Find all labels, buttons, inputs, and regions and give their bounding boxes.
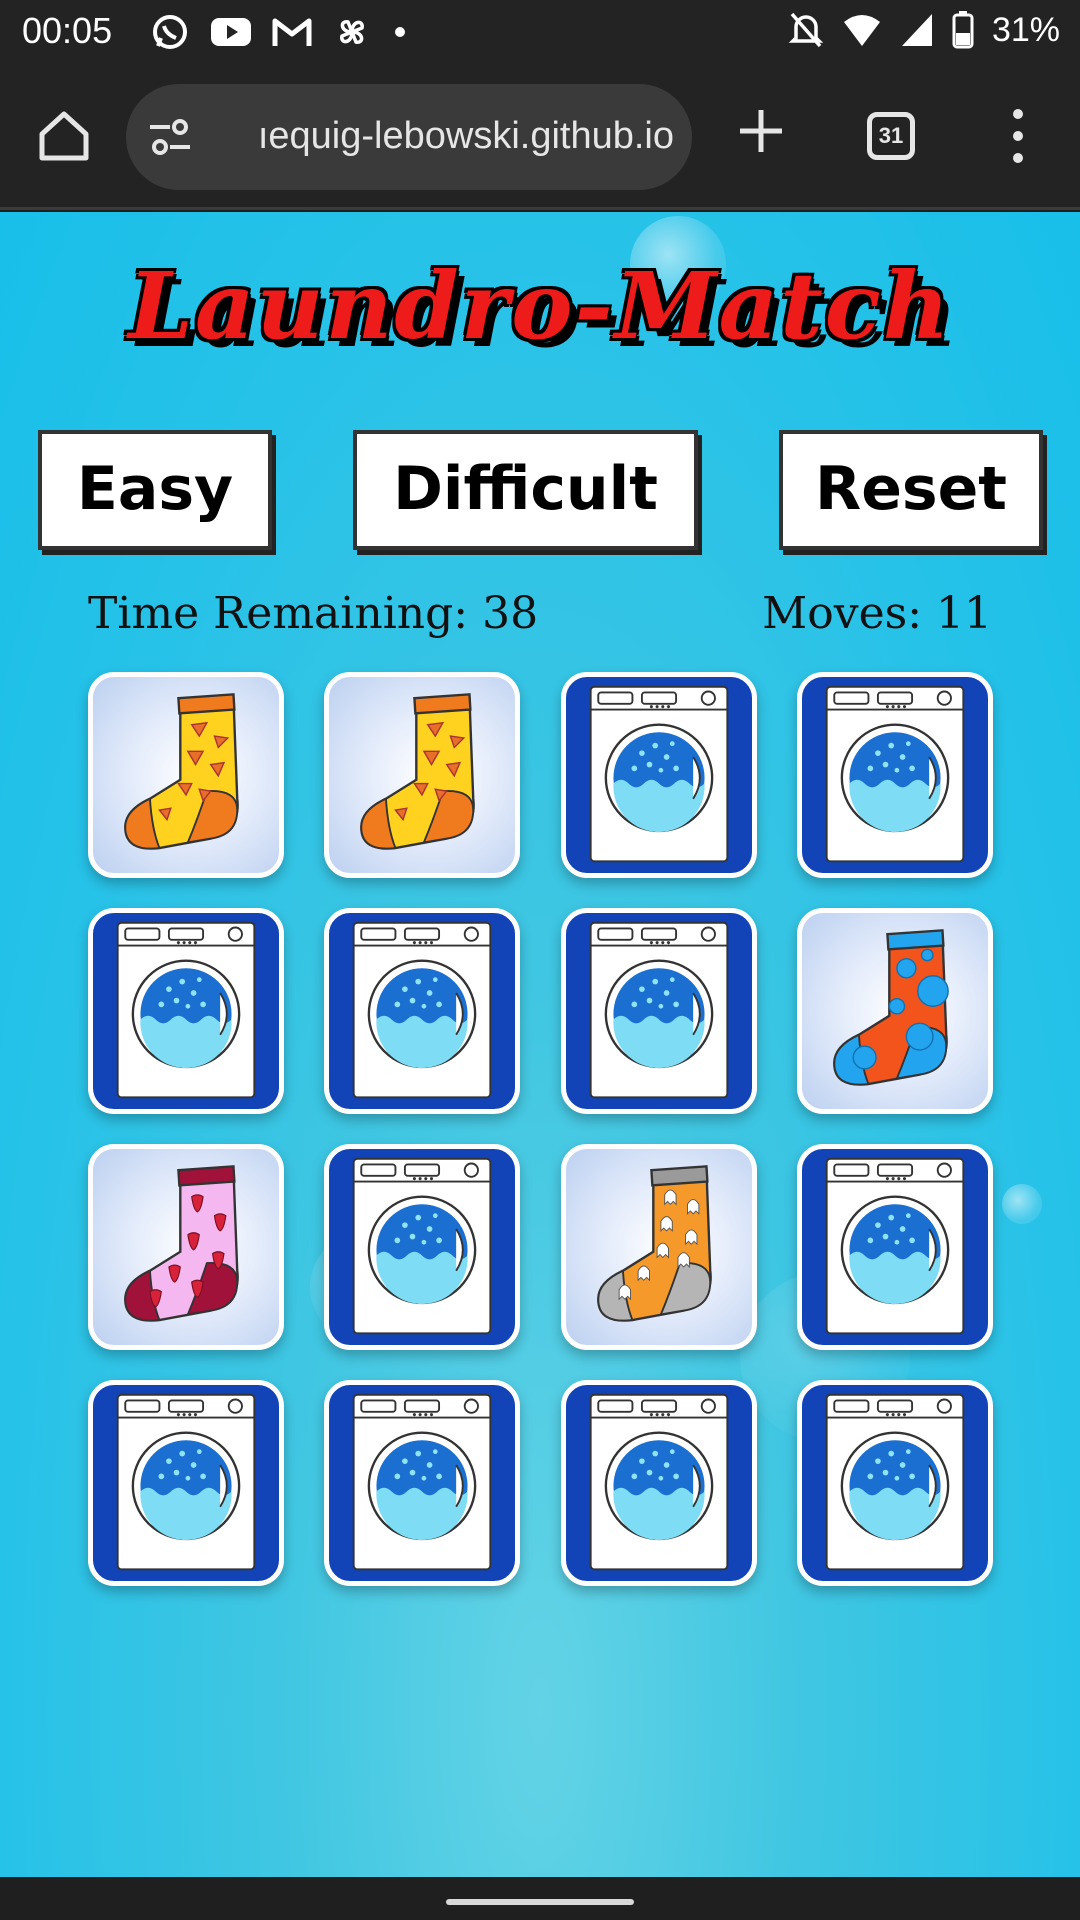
washing-machine-icon bbox=[825, 1393, 965, 1571]
washing-machine-icon bbox=[352, 1157, 492, 1335]
pizza-sock-icon bbox=[360, 693, 475, 850]
card-face-up[interactable] bbox=[324, 672, 520, 878]
url-text[interactable]: ıequig-lebowski.github.io bbox=[208, 108, 674, 164]
washing-machine-icon bbox=[825, 685, 965, 863]
battery-percent: 31% bbox=[991, 10, 1060, 49]
card-face-up[interactable] bbox=[88, 672, 284, 878]
wifi-icon bbox=[843, 15, 880, 46]
pinwheel-icon bbox=[340, 20, 364, 44]
difficult-button[interactable]: Difficult bbox=[353, 430, 698, 550]
status-time: 00:05 bbox=[22, 10, 113, 51]
moves-counter: Moves: 11 bbox=[762, 588, 992, 639]
battery-icon bbox=[952, 11, 974, 49]
game-page: Laundro-Match Easy Difficult Reset Time … bbox=[0, 212, 1080, 1877]
card-face-down[interactable] bbox=[88, 1380, 284, 1586]
washing-machine-icon bbox=[589, 921, 729, 1099]
washing-machine-icon bbox=[589, 685, 729, 863]
card-face-up[interactable] bbox=[88, 1144, 284, 1350]
more-menu-icon[interactable] bbox=[1000, 106, 1036, 166]
polka-dot-sock-icon bbox=[833, 929, 949, 1086]
home-icon[interactable] bbox=[36, 108, 92, 164]
home-gesture-handle[interactable] bbox=[446, 1899, 634, 1905]
card-face-down[interactable] bbox=[561, 672, 757, 878]
easy-button[interactable]: Easy bbox=[38, 430, 272, 550]
card-face-down[interactable] bbox=[88, 908, 284, 1114]
washing-machine-icon bbox=[116, 1393, 256, 1571]
signal-icon bbox=[901, 14, 932, 46]
card-face-up[interactable] bbox=[561, 1144, 757, 1350]
bubble-decoration bbox=[1002, 1184, 1042, 1224]
washing-machine-icon bbox=[352, 1393, 492, 1571]
card-grid bbox=[88, 672, 993, 1592]
card-face-down[interactable] bbox=[797, 1144, 993, 1350]
washing-machine-icon bbox=[589, 1393, 729, 1571]
card-face-down[interactable] bbox=[797, 672, 993, 878]
whatsapp-icon bbox=[153, 15, 187, 49]
site-settings-icon[interactable] bbox=[148, 117, 192, 157]
reset-button[interactable]: Reset bbox=[779, 430, 1043, 550]
tab-switcher-button[interactable]: 31 bbox=[867, 112, 915, 160]
notification-icons bbox=[150, 12, 408, 52]
dot-icon bbox=[395, 27, 405, 37]
gmail-icon bbox=[272, 18, 312, 46]
washing-machine-icon bbox=[352, 921, 492, 1099]
washing-machine-icon bbox=[116, 921, 256, 1099]
status-bar: 00:05 31% bbox=[0, 0, 1080, 64]
address-bar[interactable]: ıequig-lebowski.github.io bbox=[126, 84, 692, 190]
card-face-down[interactable] bbox=[561, 908, 757, 1114]
system-nav-bar bbox=[0, 1877, 1080, 1920]
washing-machine-icon bbox=[825, 1157, 965, 1335]
ghost-sock-icon bbox=[597, 1165, 712, 1322]
card-face-up[interactable] bbox=[797, 908, 993, 1114]
pizza-sock-icon bbox=[124, 693, 239, 850]
card-face-down[interactable] bbox=[561, 1380, 757, 1586]
bell-off-icon bbox=[788, 12, 824, 48]
youtube-icon bbox=[211, 18, 251, 46]
browser-toolbar: ıequig-lebowski.github.io 31 bbox=[0, 64, 1080, 210]
card-face-down[interactable] bbox=[324, 1144, 520, 1350]
card-face-down[interactable] bbox=[324, 908, 520, 1114]
time-remaining: Time Remaining: 38 bbox=[88, 588, 539, 639]
system-icons: 31% bbox=[788, 10, 1060, 50]
game-title: Laundro-Match bbox=[128, 252, 952, 360]
card-face-down[interactable] bbox=[797, 1380, 993, 1586]
card-face-down[interactable] bbox=[324, 1380, 520, 1586]
new-tab-icon[interactable] bbox=[736, 106, 786, 156]
strawberry-sock-icon bbox=[124, 1165, 239, 1322]
